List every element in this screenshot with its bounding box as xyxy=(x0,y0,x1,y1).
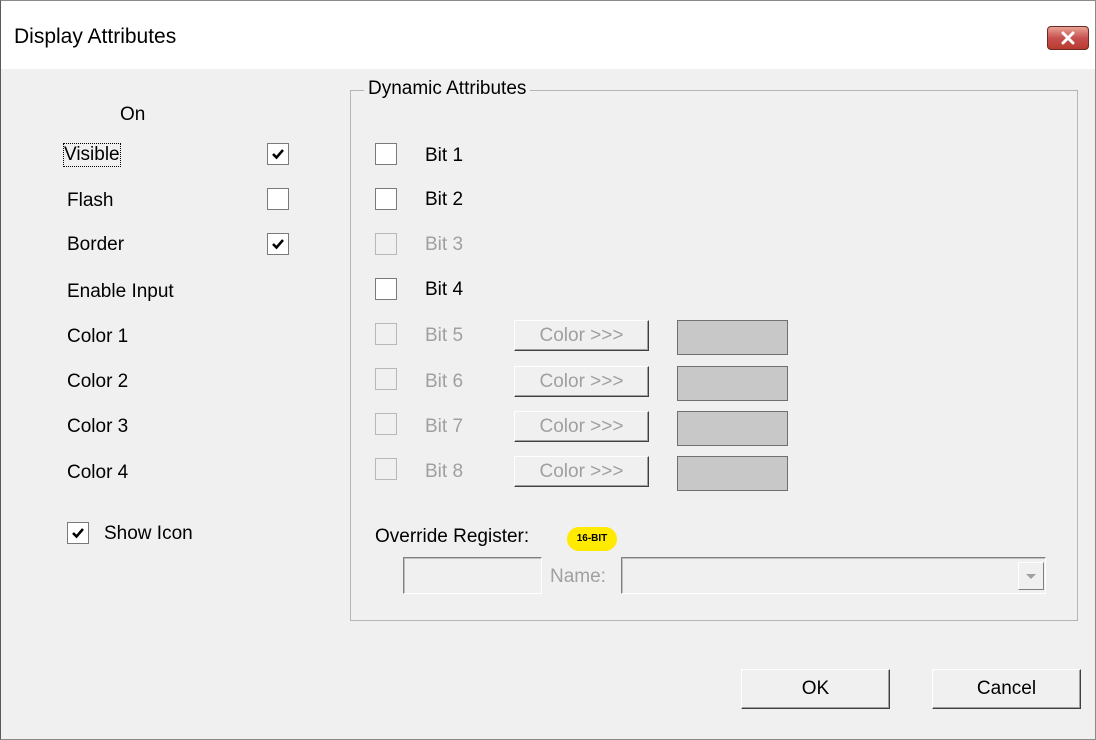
flash-label: Flash xyxy=(67,190,114,211)
bit-7-color-button[interactable]: Color >>> xyxy=(514,411,649,442)
show-icon-label[interactable]: Show Icon xyxy=(104,523,193,545)
bit-7-checkbox xyxy=(375,413,397,435)
name-dropdown[interactable] xyxy=(621,557,1046,594)
show-icon-checkbox[interactable] xyxy=(67,522,89,544)
bit-3-label: Bit 3 xyxy=(425,234,464,255)
border-label: Border xyxy=(67,234,125,255)
close-button[interactable] xyxy=(1047,26,1089,50)
enable-input-label: Enable Input xyxy=(67,281,174,302)
override-register-input[interactable] xyxy=(403,557,542,594)
color-1-label: Color 1 xyxy=(67,326,129,347)
16-bit-badge: 16-BIT xyxy=(567,527,617,551)
color-2-label: Color 2 xyxy=(67,371,129,392)
window-title: Display Attributes xyxy=(14,25,177,48)
color-4-label: Color 4 xyxy=(67,462,129,483)
bit-5-color-button[interactable]: Color >>> xyxy=(514,320,649,351)
name-dropdown-arrow-button[interactable] xyxy=(1018,562,1044,590)
name-label: Name: xyxy=(550,566,606,587)
chevron-down-icon xyxy=(1026,574,1036,579)
bit-5-checkbox xyxy=(375,323,397,345)
bit-1-checkbox[interactable] xyxy=(375,143,397,165)
close-icon xyxy=(1061,31,1075,45)
bit-6-color-swatch xyxy=(677,366,788,401)
dynamic-attributes-title: Dynamic Attributes xyxy=(364,78,531,100)
border-checkbox[interactable] xyxy=(267,233,289,255)
bit-3-checkbox xyxy=(375,233,397,255)
bit-7-color-swatch xyxy=(677,411,788,446)
bit-4-label: Bit 4 xyxy=(425,279,464,300)
bit-1-label: Bit 1 xyxy=(425,145,464,166)
bit-6-label: Bit 6 xyxy=(425,371,464,392)
checkmark-icon xyxy=(272,149,284,160)
visible-checkbox[interactable] xyxy=(267,143,289,165)
bit-7-label: Bit 7 xyxy=(425,416,464,437)
color-3-label: Color 3 xyxy=(67,416,129,437)
bit-2-checkbox[interactable] xyxy=(375,188,397,210)
bit-8-color-swatch xyxy=(677,456,788,491)
visible-label[interactable]: Visible xyxy=(63,143,121,167)
flash-checkbox[interactable] xyxy=(267,188,289,210)
checkmark-icon xyxy=(72,528,84,539)
checkmark-icon xyxy=(272,239,284,250)
bit-8-label: Bit 8 xyxy=(425,461,464,482)
bit-5-label: Bit 5 xyxy=(425,325,464,346)
bit-8-checkbox xyxy=(375,458,397,480)
bit-2-label: Bit 2 xyxy=(425,189,464,210)
bit-4-checkbox[interactable] xyxy=(375,278,397,300)
bit-6-color-button[interactable]: Color >>> xyxy=(514,366,649,397)
bit-5-color-swatch xyxy=(677,320,788,355)
ok-button[interactable]: OK xyxy=(741,669,890,709)
bit-8-color-button[interactable]: Color >>> xyxy=(514,456,649,487)
bit-6-checkbox xyxy=(375,368,397,390)
override-register-label: Override Register: xyxy=(375,526,530,547)
title-bar[interactable]: Display Attributes xyxy=(1,1,1095,69)
on-header: On xyxy=(120,104,146,125)
cancel-button[interactable]: Cancel xyxy=(932,669,1081,709)
